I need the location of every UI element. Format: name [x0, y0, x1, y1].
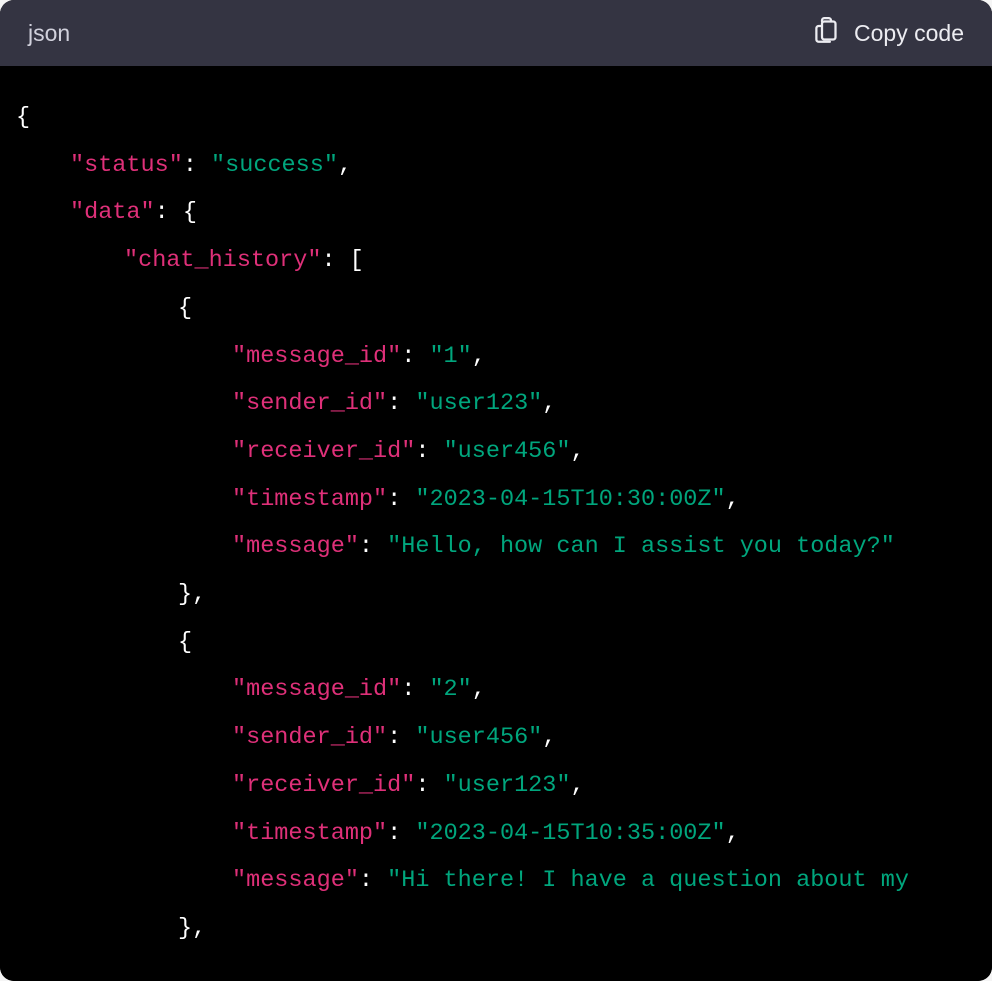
code-token: , [338, 152, 352, 179]
json-key: "receiver_id" [232, 772, 415, 799]
json-key: "message" [232, 533, 359, 560]
code-token: }, [178, 915, 206, 942]
json-key: "status" [70, 152, 183, 179]
json-string: "success" [211, 152, 338, 179]
json-key: "chat_history" [124, 247, 321, 274]
json-string: "Hello, how can I assist you today?" [387, 533, 895, 560]
clipboard-icon [813, 17, 840, 50]
code-token: , [542, 724, 556, 751]
code-token: , [726, 820, 740, 847]
code-block: json Copy code { "status": "success", "d… [0, 0, 992, 981]
json-string: "user123" [415, 390, 542, 417]
json-string: "2023-04-15T10:35:00Z" [415, 820, 725, 847]
json-key: "timestamp" [232, 820, 387, 847]
code-token: : [359, 867, 387, 894]
json-string: "1" [429, 343, 471, 370]
code-token: , [472, 343, 486, 370]
copy-code-button[interactable]: Copy code [813, 17, 964, 50]
language-label: json [28, 20, 70, 47]
code-block-header: json Copy code [0, 0, 992, 66]
code-token: , [472, 676, 486, 703]
code-token: : [ [321, 247, 363, 274]
json-key: "message_id" [232, 343, 401, 370]
json-key: "timestamp" [232, 486, 387, 513]
json-key: "message_id" [232, 676, 401, 703]
json-string: "user456" [415, 724, 542, 751]
code-token: { [178, 629, 192, 656]
json-string: "2023-04-15T10:30:00Z" [415, 486, 725, 513]
code-token: : { [155, 199, 197, 226]
code-token: { [16, 104, 30, 131]
json-key: "sender_id" [232, 390, 387, 417]
json-key: "sender_id" [232, 724, 387, 751]
json-string: "user456" [444, 438, 571, 465]
code-token: { [178, 295, 192, 322]
code-token: : [359, 533, 387, 560]
code-token: , [542, 390, 556, 417]
code-token: : [415, 772, 443, 799]
code-content: { "status": "success", "data": { "chat_h… [0, 66, 992, 981]
code-token: : [401, 343, 429, 370]
code-token: : [415, 438, 443, 465]
json-key: "message" [232, 867, 359, 894]
code-token: : [183, 152, 211, 179]
code-token: , [570, 772, 584, 799]
json-string: "user123" [444, 772, 571, 799]
code-token: : [387, 724, 415, 751]
code-token: , [726, 486, 740, 513]
code-token: , [570, 438, 584, 465]
json-string: "Hi there! I have a question about my [387, 867, 923, 894]
code-token: : [387, 820, 415, 847]
json-key: "data" [70, 199, 155, 226]
code-token: : [401, 676, 429, 703]
json-string: "2" [429, 676, 471, 703]
copy-code-label: Copy code [854, 20, 964, 47]
code-token: : [387, 486, 415, 513]
code-token: : [387, 390, 415, 417]
json-key: "receiver_id" [232, 438, 415, 465]
code-token: }, [178, 581, 206, 608]
